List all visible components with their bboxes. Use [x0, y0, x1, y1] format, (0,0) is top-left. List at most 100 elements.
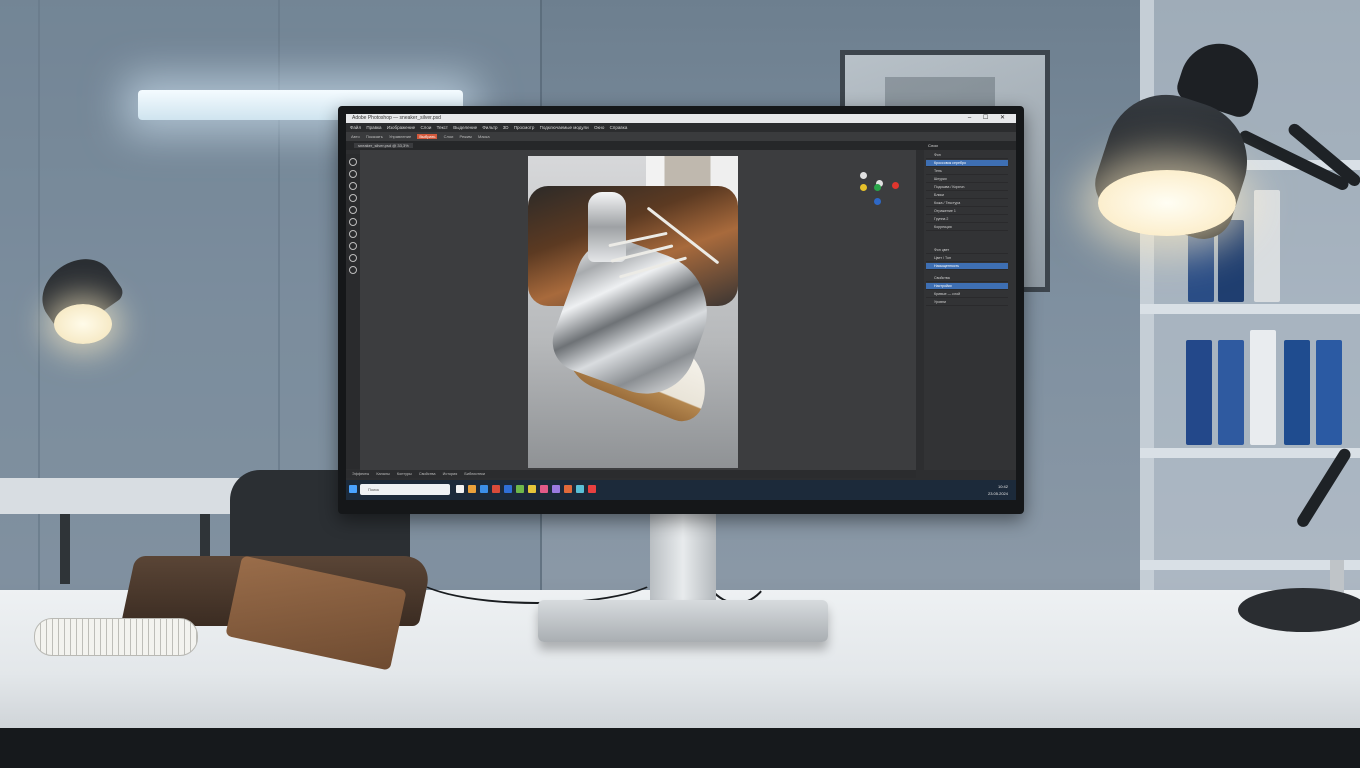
layer-row[interactable]: Подошва / Коричн.: [926, 184, 1008, 191]
tool-panel: [346, 154, 360, 469]
layer-row[interactable]: Тень: [926, 168, 1008, 175]
binder: [1218, 340, 1244, 445]
binder: [1186, 340, 1212, 445]
layer-row[interactable]: Кожа / Текстура: [926, 200, 1008, 207]
layer-row[interactable]: Блики: [926, 192, 1008, 199]
option-item[interactable]: Режим: [459, 134, 471, 139]
gizmo-icon[interactable]: [860, 172, 867, 179]
option-item[interactable]: Авто: [351, 134, 360, 139]
tool-icon[interactable]: [349, 266, 357, 274]
zoom-icon[interactable]: [349, 254, 357, 262]
panel-row[interactable]: Кривые — слой: [926, 291, 1008, 298]
document-tabs: sneaker_silver.psd @ 33,3%: [346, 141, 924, 150]
app-icon[interactable]: [492, 485, 500, 493]
panel-title: Слои: [924, 141, 1016, 150]
text-icon[interactable]: [349, 230, 357, 238]
panel-row-selected[interactable]: Настройки: [926, 283, 1008, 290]
layer-row-selected[interactable]: Кроссовок серебро: [926, 160, 1008, 167]
screen: Adobe Photoshop — sneaker_silver.psd – ☐…: [346, 114, 1016, 500]
monitor-stand: [650, 510, 716, 610]
move-icon[interactable]: [349, 158, 357, 166]
menu-item[interactable]: Правка: [366, 125, 381, 130]
taskbar-search[interactable]: Поиск: [360, 484, 450, 495]
gizmo-axis-icon[interactable]: [874, 184, 881, 191]
menu-item[interactable]: Справка: [610, 125, 628, 130]
option-highlight[interactable]: Выбрать: [417, 134, 438, 139]
binder: [1250, 330, 1276, 445]
option-item[interactable]: Слои: [444, 134, 454, 139]
document-tab[interactable]: sneaker_silver.psd @ 33,3%: [354, 143, 413, 148]
menu-item[interactable]: Просмотр: [514, 125, 535, 130]
panel-row[interactable]: Уровни: [926, 299, 1008, 306]
bottom-tab[interactable]: История: [443, 472, 458, 476]
lasso-icon[interactable]: [349, 170, 357, 178]
browser-icon[interactable]: [480, 485, 488, 493]
panel-row[interactable]: Свойства: [926, 275, 1008, 282]
app-icon[interactable]: [576, 485, 584, 493]
app-icon[interactable]: [552, 485, 560, 493]
menu-item[interactable]: Изображение: [387, 125, 415, 130]
desk-edge: [0, 728, 1360, 768]
crop-icon[interactable]: [349, 182, 357, 190]
measuring-tape: [34, 618, 198, 656]
search-icon[interactable]: [456, 485, 464, 493]
layer-row[interactable]: Шнурки: [926, 176, 1008, 183]
layers-panel: Слои Фон Кроссовок серебро Тень Шнурки П…: [924, 141, 1016, 470]
desk-lamp-light: [1098, 170, 1236, 236]
bottom-tab[interactable]: Контуры: [397, 472, 412, 476]
layer-row-selected[interactable]: Насыщенность: [926, 263, 1008, 270]
gizmo-axis-icon[interactable]: [874, 198, 881, 205]
gizmo-axis-icon[interactable]: [860, 184, 867, 191]
gizmo-axis-icon[interactable]: [892, 182, 899, 189]
layer-row[interactable]: Группа 2: [926, 216, 1008, 223]
binder: [1284, 340, 1310, 445]
bottom-tab[interactable]: Эффекты: [352, 472, 369, 476]
panel-tabs-bottom: Эффекты Каналы Контуры Свойства История …: [346, 470, 916, 478]
bottom-tab[interactable]: Библиотеки: [464, 472, 485, 476]
system-tray[interactable]: 10:42 23.05.2024: [988, 483, 1008, 497]
cable: [410, 540, 664, 604]
photoshop-icon[interactable]: [504, 485, 512, 493]
layer-row[interactable]: Цвет / Тон: [926, 255, 1008, 262]
option-item[interactable]: Управление: [389, 134, 411, 139]
app-icon[interactable]: [528, 485, 536, 493]
binder: [1254, 190, 1280, 302]
app-icon[interactable]: [516, 485, 524, 493]
app-icon[interactable]: [588, 485, 596, 493]
eyedropper-icon[interactable]: [349, 194, 357, 202]
tray-date: 23.05.2024: [987, 491, 1008, 496]
menu-item[interactable]: 3D: [503, 125, 509, 130]
layer-row[interactable]: Коррекция: [926, 224, 1008, 231]
options-bar: Авто Показать Управление Выбрать Слои Ре…: [346, 132, 1016, 141]
layer-row[interactable]: Отражение 1: [926, 208, 1008, 215]
layer-row[interactable]: Фон цвет: [926, 247, 1008, 254]
menu-bar: Файл Правка Изображение Слои Текст Выдел…: [346, 123, 1016, 132]
app-icon[interactable]: [540, 485, 548, 493]
menu-item[interactable]: Выделение: [453, 125, 477, 130]
menu-item[interactable]: Окно: [594, 125, 604, 130]
window-controls[interactable]: – ☐ ✕: [968, 114, 1010, 123]
windows-icon[interactable]: [349, 485, 357, 493]
monitor-base: [538, 600, 828, 642]
menu-item[interactable]: Подключаемые модули: [540, 125, 589, 130]
menu-item[interactable]: Текст: [437, 125, 448, 130]
window-titlebar: Adobe Photoshop — sneaker_silver.psd – ☐…: [346, 114, 1016, 123]
layer-row[interactable]: Фон: [926, 152, 1008, 159]
menu-item[interactable]: Слои: [420, 125, 431, 130]
bottom-tab[interactable]: Каналы: [376, 472, 389, 476]
hand-icon[interactable]: [349, 242, 357, 250]
binder: [1316, 340, 1342, 445]
explorer-icon[interactable]: [468, 485, 476, 493]
eraser-icon[interactable]: [349, 218, 357, 226]
brush-icon[interactable]: [349, 206, 357, 214]
option-item[interactable]: Показать: [366, 134, 383, 139]
menu-item[interactable]: Файл: [350, 125, 361, 130]
option-item[interactable]: Маска: [478, 134, 490, 139]
bottom-tab[interactable]: Свойства: [419, 472, 436, 476]
sneaker-photo: [528, 156, 738, 468]
window-title: Adobe Photoshop — sneaker_silver.psd: [352, 115, 441, 121]
desk-lamp-base: [1238, 588, 1360, 632]
app-icon[interactable]: [564, 485, 572, 493]
menu-item[interactable]: Фильтр: [482, 125, 497, 130]
background-lamp-light: [54, 304, 112, 344]
